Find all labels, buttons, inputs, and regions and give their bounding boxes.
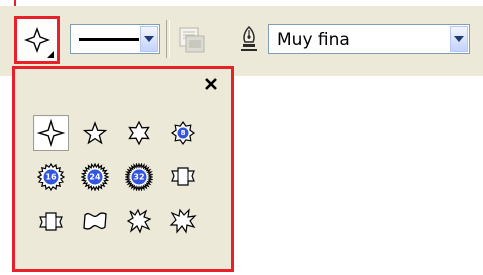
line-style-sample xyxy=(79,38,139,41)
four-point-star-icon xyxy=(37,119,65,147)
close-icon xyxy=(205,78,217,90)
shape-option[interactable] xyxy=(77,203,113,239)
close-button[interactable] xyxy=(200,73,222,95)
shape-tool-button[interactable] xyxy=(14,16,60,64)
seal-8-icon: 8 xyxy=(170,120,196,146)
four-point-star-icon xyxy=(24,27,50,53)
screenshot-root: Muy fina 8 16 24 32 xyxy=(0,0,483,275)
shape-option[interactable]: 24 xyxy=(77,159,113,195)
shape-option[interactable] xyxy=(165,159,201,195)
seal-16-icon: 16 xyxy=(37,163,65,191)
ribbon-up-icon xyxy=(171,167,195,186)
ribbon-down-icon xyxy=(39,212,63,231)
shape-option[interactable]: 16 xyxy=(33,159,69,195)
shape-option[interactable] xyxy=(33,203,69,239)
seal-32-icon: 32 xyxy=(125,163,153,191)
shape-option[interactable]: 32 xyxy=(121,159,157,195)
pen-nib-icon[interactable] xyxy=(236,24,262,54)
shape-picker-popup: 8 16 24 32 xyxy=(12,66,234,272)
seal-24-icon: 24 xyxy=(81,163,109,191)
svg-text:32: 32 xyxy=(133,173,144,182)
chevron-down-icon xyxy=(454,36,464,42)
shape-option[interactable] xyxy=(121,115,157,151)
shape-option[interactable] xyxy=(121,203,157,239)
toolbar-separator xyxy=(166,20,170,58)
shape-option[interactable] xyxy=(33,115,69,151)
explosion-2-icon xyxy=(169,208,197,234)
svg-text:16: 16 xyxy=(45,173,57,182)
chevron-down-icon xyxy=(144,36,154,42)
line-weight-dropdown-button[interactable] xyxy=(450,26,468,52)
line-weight-select[interactable]: Muy fina xyxy=(268,24,470,54)
outline-style-select[interactable] xyxy=(70,24,160,54)
shape-option[interactable]: 8 xyxy=(165,115,201,151)
dropdown-corner-icon xyxy=(47,51,54,58)
shape-option[interactable] xyxy=(165,203,201,239)
svg-text:8: 8 xyxy=(181,129,186,137)
explosion-1-icon xyxy=(126,208,152,234)
outline-style-dropdown-button[interactable] xyxy=(140,26,158,52)
page-stack-icon[interactable] xyxy=(176,24,208,56)
six-point-star-icon xyxy=(128,120,150,146)
five-point-star-icon xyxy=(82,121,108,145)
shape-option[interactable] xyxy=(77,115,113,151)
line-weight-value: Muy fina xyxy=(277,30,350,50)
wave-icon xyxy=(83,212,107,230)
svg-text:24: 24 xyxy=(89,173,101,182)
